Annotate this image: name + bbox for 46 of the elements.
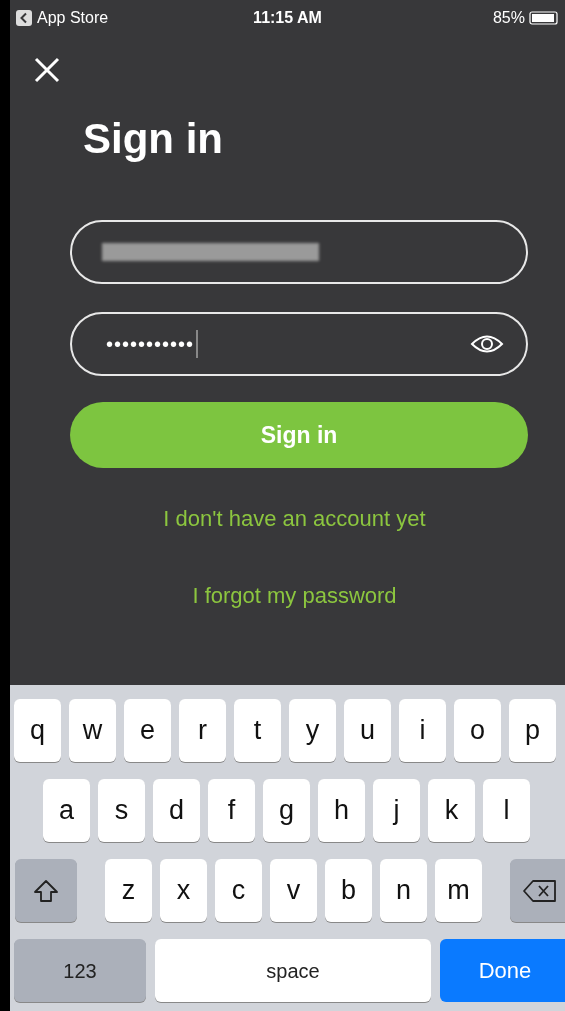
battery-percent: 85% xyxy=(492,7,525,28)
back-app-label[interactable]: App Store xyxy=(37,5,109,30)
keyboard-key[interactable]: z xyxy=(105,859,152,922)
keyboard-key[interactable]: n xyxy=(380,859,427,922)
numbers-key[interactable]: 123 xyxy=(14,939,146,1002)
keyboard-key[interactable]: l xyxy=(483,779,530,842)
text-link[interactable]: I don't have an account yet xyxy=(163,502,426,535)
keyboard-key[interactable]: s xyxy=(98,779,145,842)
password-value: ••••••••••• xyxy=(106,332,195,357)
delete-key[interactable] xyxy=(510,859,565,922)
keyboard-key[interactable]: u xyxy=(344,699,391,762)
keyboard-key[interactable]: f xyxy=(208,779,255,842)
email-field[interactable] xyxy=(70,220,528,284)
password-field[interactable]: ••••••••••• xyxy=(70,312,528,376)
keyboard-key[interactable]: d xyxy=(153,779,200,842)
keyboard-key[interactable]: k xyxy=(428,779,475,842)
keyboard-key[interactable]: b xyxy=(325,859,372,922)
keyboard-key[interactable]: e xyxy=(124,699,171,762)
status-time: 11:15 AM xyxy=(253,7,322,28)
keyboard-key[interactable]: h xyxy=(318,779,365,842)
space-key[interactable]: space xyxy=(155,939,431,1002)
shift-arrow-icon xyxy=(33,878,59,903)
shift-key[interactable] xyxy=(15,859,77,922)
keyboard-key[interactable]: i xyxy=(399,699,446,762)
page-title: Sign in xyxy=(83,118,224,160)
keyboard-key[interactable]: g xyxy=(263,779,310,842)
keyboard-key[interactable]: a xyxy=(43,779,90,842)
keyboard-key[interactable]: p xyxy=(509,699,556,762)
keyboard-key[interactable]: y xyxy=(289,699,336,762)
backspace-icon xyxy=(522,878,558,903)
battery-icon xyxy=(529,10,559,25)
keyboard-key[interactable]: w xyxy=(69,699,116,762)
eye-icon[interactable] xyxy=(470,333,504,355)
back-icon[interactable] xyxy=(16,9,32,26)
keyboard-key[interactable]: c xyxy=(215,859,262,922)
done-key[interactable]: Done xyxy=(440,939,565,1002)
keyboard-key[interactable]: q xyxy=(14,699,61,762)
text-link[interactable]: I forgot my password xyxy=(192,579,397,612)
keyboard-key[interactable]: r xyxy=(179,699,226,762)
keyboard-key[interactable]: o xyxy=(454,699,501,762)
close-icon[interactable] xyxy=(34,57,60,83)
keyboard-key[interactable]: v xyxy=(270,859,317,922)
keyboard-key[interactable]: j xyxy=(373,779,420,842)
keyboard-key[interactable]: m xyxy=(435,859,482,922)
keyboard-key[interactable]: x xyxy=(160,859,207,922)
keyboard-key[interactable]: t xyxy=(234,699,281,762)
